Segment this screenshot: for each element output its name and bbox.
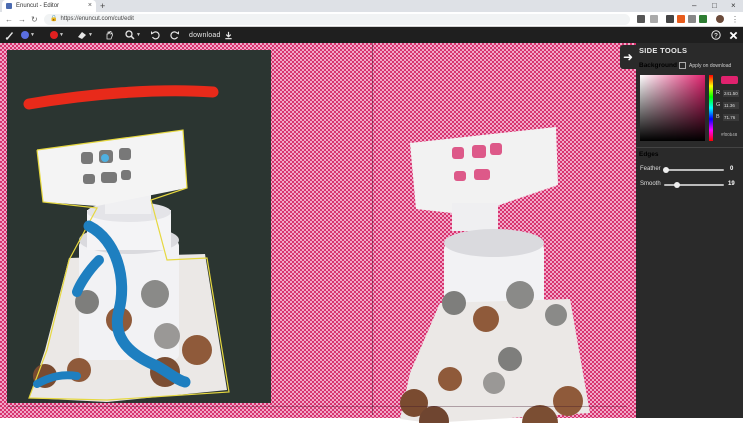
channel-r-input[interactable]: 241.50	[723, 90, 739, 97]
feather-label: Feather	[640, 166, 661, 172]
minimize-button[interactable]: –	[692, 0, 696, 12]
eraser-tool[interactable]: ▼	[77, 27, 93, 43]
collapse-panel-arrow-icon[interactable]: ➜	[620, 45, 636, 69]
star-icon[interactable]	[650, 15, 658, 23]
url-text: https://enuncut.com/cut/edit	[60, 16, 134, 22]
forward-button[interactable]: →	[18, 13, 26, 26]
original-photo-image	[7, 50, 271, 403]
browser-address-bar: ← → ↻ 🔒 https://enuncut.com/cut/edit ⋮	[0, 12, 743, 27]
zoom-icon	[125, 30, 135, 40]
browser-tabstrip: Enuncut - Editor × + – □ ×	[0, 0, 743, 12]
download-label: download	[189, 31, 221, 39]
brush-tool-icon[interactable]	[5, 27, 15, 43]
edges-label: Edges	[639, 151, 659, 158]
color-saturation-picker[interactable]	[640, 75, 705, 141]
side-tools-title: SIDE TOOLS	[639, 46, 688, 55]
back-button[interactable]: ←	[5, 13, 13, 26]
compare-divider	[372, 43, 373, 415]
canvas-bottom-edge	[7, 406, 627, 407]
chevron-down-icon: ▼	[136, 32, 141, 38]
feather-value: 0	[730, 166, 734, 172]
browser-tab[interactable]: Enuncut - Editor ×	[2, 0, 96, 12]
extension-icon[interactable]	[699, 15, 707, 23]
extension-icon[interactable]	[637, 15, 645, 23]
editor-canvas[interactable]	[0, 43, 636, 423]
zoom-tool[interactable]: ▼	[125, 27, 141, 43]
download-button[interactable]: download	[189, 27, 233, 43]
pan-hand-icon[interactable]	[104, 27, 114, 43]
smooth-slider-track[interactable]	[664, 184, 724, 186]
extension-icon[interactable]	[666, 15, 674, 23]
close-editor-icon[interactable]	[729, 27, 738, 43]
reload-button[interactable]: ↻	[31, 13, 38, 26]
extension-icon[interactable]	[677, 15, 685, 23]
profile-avatar[interactable]	[716, 15, 724, 23]
chevron-down-icon: ▼	[88, 32, 93, 38]
channel-b-label: B	[716, 114, 720, 120]
url-input[interactable]: 🔒 https://enuncut.com/cut/edit	[44, 14, 630, 25]
download-icon	[224, 31, 232, 39]
feather-slider-thumb[interactable]	[663, 167, 669, 173]
remove-color-swatch	[50, 31, 58, 39]
window-close-button[interactable]: ×	[731, 0, 736, 12]
editor-toolbar: ▼ ▼ ▼ ▼ download ?	[0, 27, 743, 43]
enuncut-favicon-icon	[6, 3, 12, 9]
apply-on-download-label: Apply on download	[689, 63, 732, 69]
lock-icon: 🔒	[50, 16, 58, 22]
maximize-button[interactable]: □	[712, 0, 717, 12]
extension-icon[interactable]	[688, 15, 696, 23]
eraser-icon	[78, 32, 86, 39]
channel-g-input[interactable]: 11.36	[723, 102, 739, 109]
selected-color-swatch	[721, 76, 738, 84]
help-icon[interactable]: ?	[711, 27, 721, 43]
smooth-value: 19	[728, 181, 735, 187]
remove-color-picker[interactable]: ▼	[50, 27, 64, 43]
tab-close-icon[interactable]: ×	[88, 2, 92, 9]
panel-divider	[636, 147, 743, 148]
keep-color-picker[interactable]: ▼	[21, 27, 35, 43]
original-image-panel[interactable]	[7, 50, 271, 403]
hex-color-value[interactable]: #f00b48	[721, 132, 737, 137]
cutout-result-image	[400, 127, 590, 423]
redo-icon[interactable]	[170, 27, 180, 43]
smooth-label: Smooth	[640, 181, 661, 187]
svg-text:?: ?	[714, 32, 718, 39]
chevron-down-icon: ▼	[59, 32, 64, 38]
undo-icon[interactable]	[150, 27, 160, 43]
new-tab-button[interactable]: +	[100, 0, 105, 12]
hue-slider[interactable]	[709, 75, 713, 141]
channel-g-label: G	[716, 102, 721, 108]
channel-r-label: R	[716, 90, 720, 96]
background-label: Background	[639, 62, 677, 69]
browser-tab-title: Enuncut - Editor	[16, 3, 60, 9]
channel-b-input[interactable]: 71.76	[723, 114, 739, 121]
keep-color-swatch	[21, 31, 29, 39]
apply-on-download-checkbox[interactable]	[679, 62, 686, 69]
feather-slider-track[interactable]	[664, 169, 724, 171]
browser-menu-icon[interactable]: ⋮	[731, 13, 739, 26]
chevron-down-icon: ▼	[30, 32, 35, 38]
